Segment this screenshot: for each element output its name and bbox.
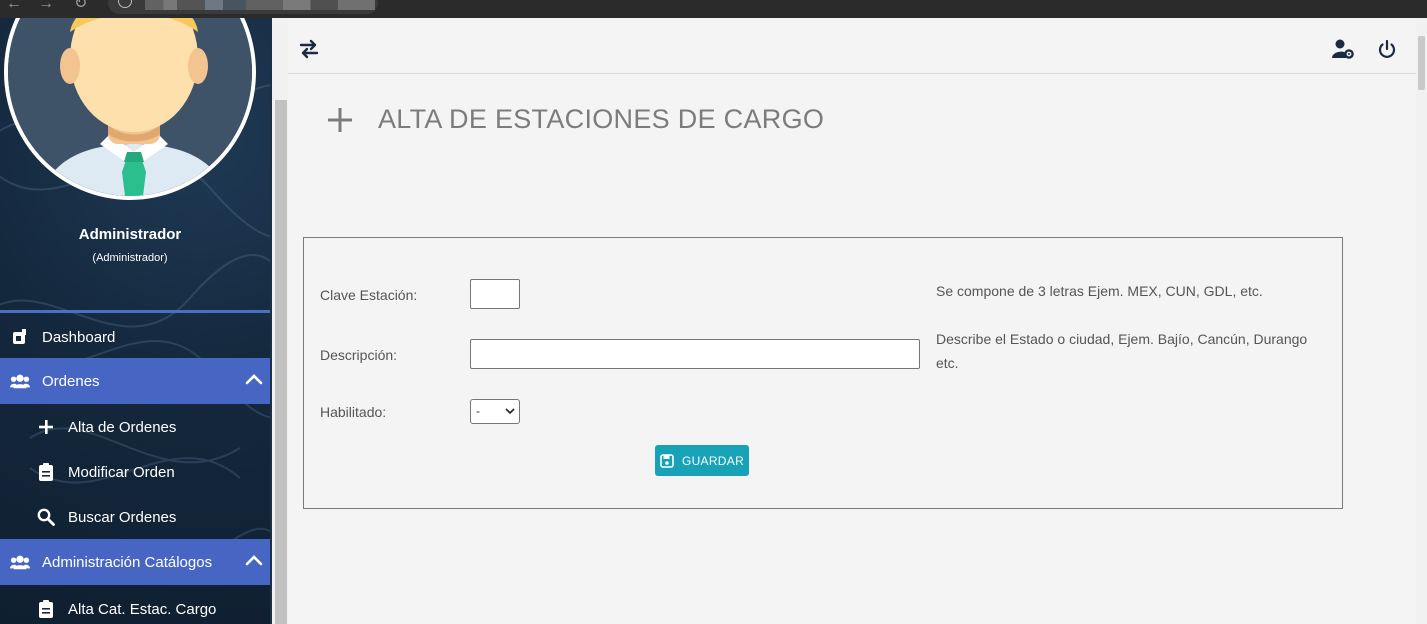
sidebar-section-catalogos[interactable]: Administración Catálogos <box>0 539 270 585</box>
browser-bar: ← → ↻ <box>0 0 1427 18</box>
page-title: ALTA DE ESTACIONES DE CARGO <box>378 104 825 134</box>
sidebar-item-label: Buscar Ordenes <box>68 508 177 526</box>
sidebar-divider <box>0 310 270 313</box>
top-header <box>288 18 1416 74</box>
user-role: (Administrador) <box>92 252 168 264</box>
descripcion-hint: Describe el Estado o ciudad, Ejem. Bajío… <box>936 331 1308 371</box>
habilitado-select[interactable]: - <box>470 399 520 424</box>
station-form: Clave Estación: Se compone de 3 letras E… <box>303 237 1343 509</box>
sidebar-item-alta-ordenes[interactable]: Alta de Ordenes <box>0 404 270 450</box>
habilitado-selected-value: - <box>476 404 480 418</box>
sidebar-item-label: Administración Catálogos <box>42 553 213 571</box>
user-settings-icon[interactable] <box>1332 38 1354 60</box>
scrollbar-thumb[interactable] <box>1418 36 1425 90</box>
users-icon <box>10 371 30 391</box>
sidebar-item-label: Alta de Ordenes <box>68 418 177 436</box>
clipboard-icon <box>36 462 56 482</box>
descripcion-input[interactable] <box>470 339 920 369</box>
chevron-down-icon <box>505 408 515 415</box>
descripcion-label: Descripción: <box>320 347 398 363</box>
plus-icon <box>328 107 352 132</box>
toggle-sidebar-icon[interactable] <box>298 38 320 60</box>
reload-icon[interactable]: ↻ <box>74 0 87 12</box>
sidebar-section-ordenes[interactable]: Ordenes <box>0 358 270 404</box>
sidebar-item-alta-cat-estac-cargo[interactable]: Alta Cat. Estac. Cargo <box>0 586 270 624</box>
forward-icon[interactable]: → <box>38 0 54 12</box>
sidebar-scrollbar[interactable] <box>270 18 288 624</box>
page-heading: ALTA DE ESTACIONES DE CARGO <box>326 104 824 135</box>
save-button-label: GUARDAR <box>681 453 745 468</box>
users-icon <box>10 552 30 572</box>
address-text-redacted <box>145 0 375 10</box>
page-scrollbar[interactable] <box>1416 18 1427 624</box>
floppy-disk-icon <box>660 453 674 468</box>
sidebar: Administrador (Administrador) Dashboard … <box>0 18 270 624</box>
search-icon <box>36 507 56 527</box>
clave-estacion-label: Clave Estación: <box>320 287 418 303</box>
clipboard-icon <box>36 599 56 619</box>
clave-estacion-hint: Se compone de 3 letras Ejem. MEX, CUN, G… <box>936 283 1263 299</box>
sidebar-item-label: Alta Cat. Estac. Cargo <box>68 600 217 618</box>
user-name: Administrador <box>78 226 182 243</box>
save-button[interactable]: GUARDAR <box>655 445 749 476</box>
chevron-up-icon[interactable] <box>244 370 264 390</box>
sidebar-item-buscar-ordenes[interactable]: Buscar Ordenes <box>0 494 270 540</box>
habilitado-label: Habilitado: <box>320 404 387 420</box>
plus-icon <box>36 417 56 437</box>
sidebar-item-modificar-orden[interactable]: Modificar Orden <box>0 449 270 495</box>
sidebar-item-label: Ordenes <box>42 372 100 390</box>
dashboard-icon <box>10 327 30 347</box>
sidebar-item-label: Dashboard <box>42 328 116 346</box>
sidebar-item-label: Modificar Orden <box>68 463 175 481</box>
chevron-up-icon[interactable] <box>244 551 264 571</box>
sidebar-item-dashboard[interactable]: Dashboard <box>0 314 270 360</box>
back-icon[interactable]: ← <box>6 0 22 12</box>
clave-estacion-input[interactable] <box>470 279 520 309</box>
scrollbar-thumb[interactable] <box>275 100 287 624</box>
power-icon[interactable] <box>1376 38 1398 60</box>
